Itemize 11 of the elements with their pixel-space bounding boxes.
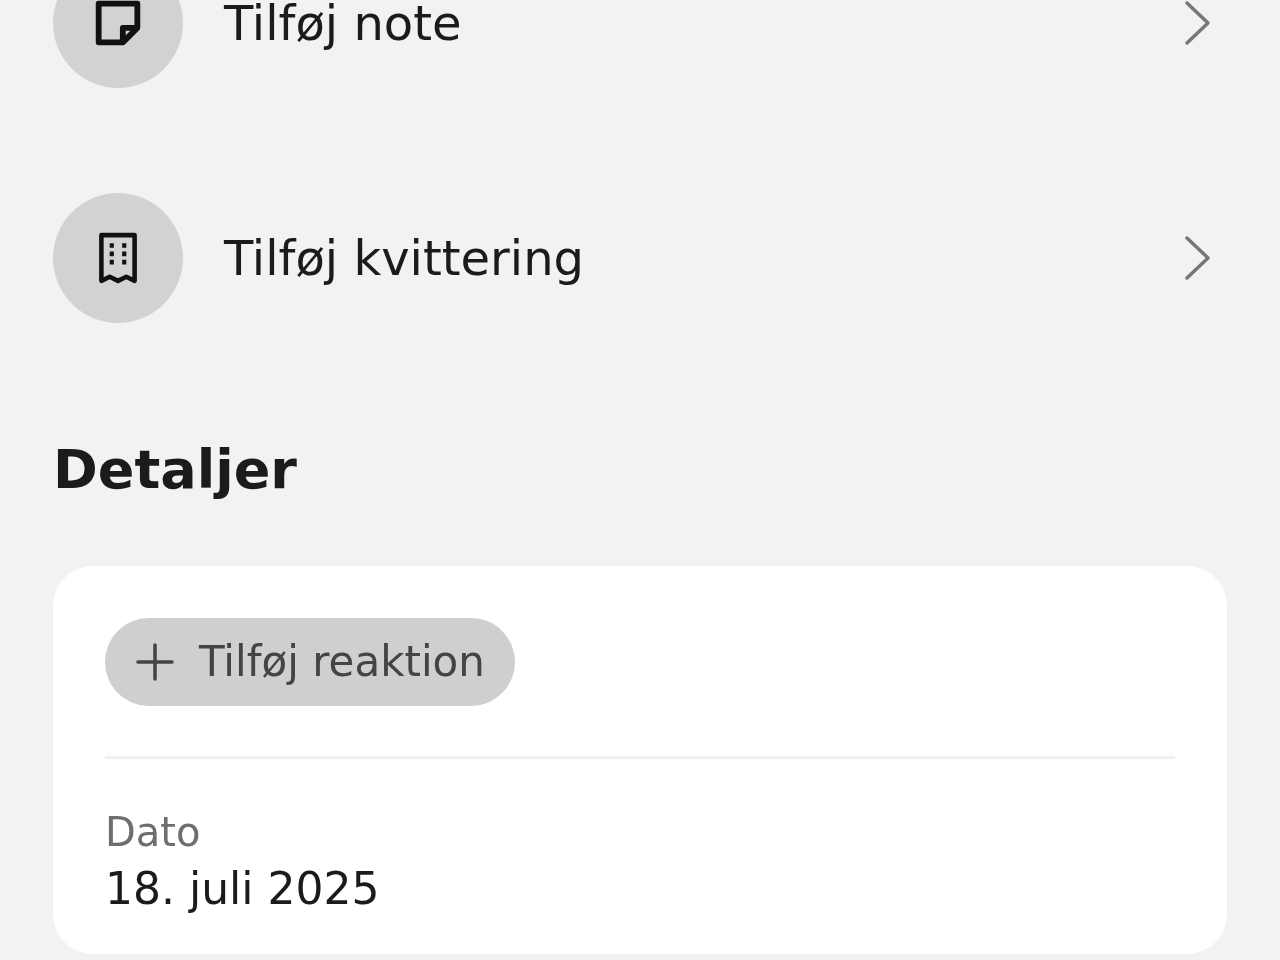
action-row[interactable]: Tilføj kvittering <box>53 193 1227 323</box>
section-title: Detaljer <box>53 438 298 503</box>
field-label: Dato <box>105 808 202 855</box>
action-row[interactable]: Tilføj note <box>53 0 1227 88</box>
chevron-right-icon <box>1184 0 1212 46</box>
action-label: Tilføj kvittering <box>224 230 586 286</box>
add-reaction-button[interactable]: Tilføj reaktion <box>105 617 515 706</box>
field-value: 18. juli 2025 <box>105 862 381 914</box>
action-label: Tilføj note <box>224 0 463 51</box>
chevron-right-icon <box>1184 235 1212 281</box>
plus-icon <box>135 641 175 682</box>
